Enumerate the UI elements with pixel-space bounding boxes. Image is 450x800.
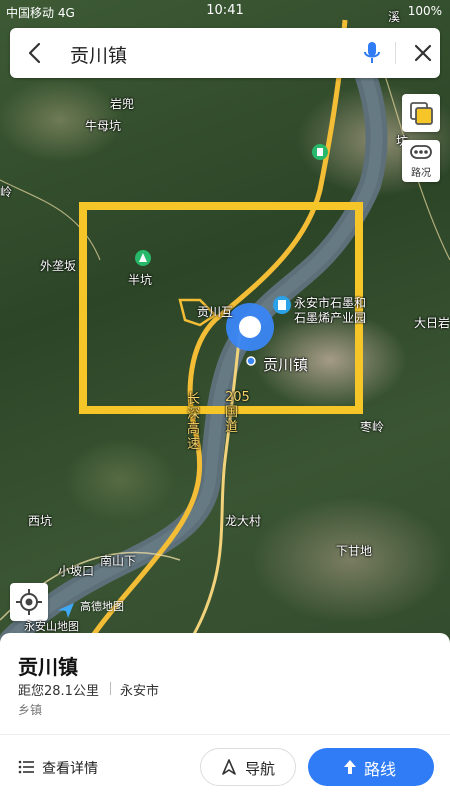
label-niumukeng: 牛母坑 [85,119,122,133]
traffic-icon [410,145,432,159]
back-arrow-icon[interactable] [22,40,48,66]
label-yonganshan: 永安山地图 [24,620,79,633]
place-distance: 距您28.1公里 [18,684,99,699]
label-gongchuan-interchange: 贡川互 [197,305,234,319]
label-graphite-park: 永安市石墨和石墨烯产业园 [294,296,367,325]
label-longdacun: 龙大村 [225,514,262,528]
traffic-button[interactable]: 路况 [402,140,440,182]
label-bankeng: 半坑 [128,273,153,287]
label-changshen-highway: 长深高速 [187,392,201,452]
status-bar: 中国移动 4G 10:41 100% [0,0,450,22]
layers-button[interactable] [402,94,440,132]
navigate-label: 导航 [245,760,276,778]
search-bar[interactable]: 贡川镇 [10,28,440,78]
status-time: 10:41 [206,3,244,18]
map-attribution: 高德地图 [80,600,124,613]
highway-road [87,19,348,642]
gaode-logo-icon [58,603,74,618]
sheet-divider [0,734,450,735]
label-xikeng: 西坑 [28,514,53,528]
route-label: 路线 [364,760,397,779]
view-details-label: 查看详情 [42,761,98,777]
list-icon [18,760,34,774]
close-icon[interactable] [412,42,434,64]
traffic-label: 路况 [411,168,431,179]
label-zaoling: 枣岭 [360,420,385,434]
navigate-button[interactable]: 导航 [200,748,296,786]
route-button[interactable]: 路线 [308,748,434,786]
place-sheet: 贡川镇 距您28.1公里 永安市 乡镇 查看详情 导航 路线 [0,633,450,800]
search-separator [395,42,396,64]
label-dariyan: 大日岩 [414,316,450,330]
navigation-arrow-icon [222,759,236,775]
crosshair-icon [16,589,42,615]
info-separator [110,682,111,695]
place-type: 乡镇 [18,703,43,717]
label-national-road: 205国道 [225,390,250,435]
label-nanshanxia: 南山下 [100,554,137,568]
layers-icon [410,102,433,125]
place-city: 永安市 [120,684,160,699]
place-name: 贡川镇 [18,655,78,679]
search-query[interactable]: 贡川镇 [70,41,127,68]
label-waikeng: 外垄坂 [40,259,77,273]
battery-text: 100% [407,4,442,18]
label-xiaopokou: 小坡口 [58,564,95,578]
route-arrow-icon [344,760,356,774]
microphone-icon[interactable] [362,40,382,66]
label-xiaganluo: 下甘地 [336,544,373,558]
label-gongchuan-town: 贡川镇 [263,356,309,374]
locate-button[interactable] [10,583,48,621]
label-yanbao: 岩兜 [110,97,135,111]
label-ling: 岭 [0,185,13,199]
